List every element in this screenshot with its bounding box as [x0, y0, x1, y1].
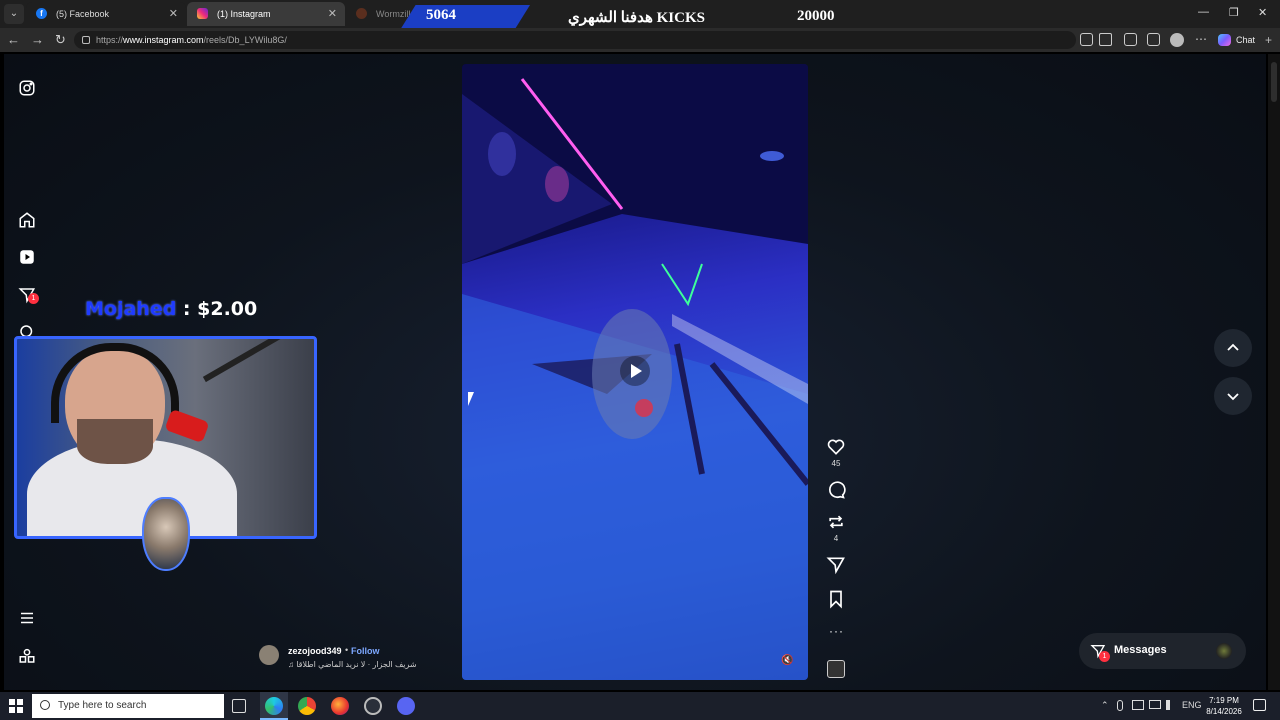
facebook-icon: f [36, 8, 47, 19]
clock-time: 7:19 PM [1209, 696, 1239, 705]
url-field[interactable]: https://www.instagram.com/reels/Db_LYWil… [74, 31, 1076, 49]
firefox-icon[interactable] [331, 697, 349, 715]
like-icon[interactable] [826, 437, 846, 457]
menu-icon[interactable] [18, 609, 36, 627]
tab-instagram[interactable]: (1) Instagram ✕ [187, 2, 345, 26]
streamer-logo-avatar [142, 497, 190, 571]
scrollbar-thumb[interactable] [1271, 62, 1277, 102]
display-icon[interactable] [1132, 700, 1144, 710]
home-icon[interactable] [18, 211, 36, 229]
close-window-button[interactable]: ✕ [1258, 6, 1267, 19]
network-icon[interactable] [1149, 700, 1161, 709]
app-icon[interactable] [364, 697, 382, 715]
task-view-icon[interactable] [232, 699, 246, 713]
windows-taskbar: Type here to search ⌃ ENG 7:19 PM 8/14/2… [0, 692, 1280, 720]
favorite-star-icon[interactable] [1099, 33, 1112, 46]
profile-avatar[interactable] [1170, 33, 1184, 47]
split-screen-icon[interactable] [1080, 33, 1093, 46]
wormzilla-icon [356, 8, 367, 19]
donation-alert: Mojahed : $2.00 [85, 298, 257, 320]
comment-icon[interactable] [826, 480, 846, 500]
previous-reel-button[interactable] [1214, 329, 1252, 367]
tab-instagram-label: (1) Instagram [217, 9, 271, 19]
repost-icon[interactable] [826, 512, 846, 532]
favorites-icon[interactable] [1147, 33, 1160, 46]
volume-icon[interactable] [1166, 700, 1174, 710]
follow-button[interactable]: Follow [351, 646, 380, 656]
tab-actions-menu-button[interactable]: ⌄ [4, 4, 24, 24]
instagram-logo-icon[interactable] [18, 79, 36, 97]
microphone [164, 408, 210, 444]
author-username[interactable]: zezojood349 [288, 646, 342, 656]
messages-contact-avatar [1216, 643, 1232, 659]
more-options-icon[interactable]: ··· [829, 624, 844, 638]
sidebar-add-icon[interactable]: + [1265, 33, 1272, 47]
taskbar-search[interactable]: Type here to search [32, 694, 224, 718]
url-prefix: https:// [96, 35, 124, 45]
taskbar-search-placeholder: Type here to search [58, 700, 147, 711]
mouse-cursor [468, 392, 474, 406]
copilot-chat-button[interactable]: Chat [1218, 32, 1255, 48]
search-icon [40, 700, 50, 710]
stream-goal-target: 20000 [797, 8, 835, 24]
close-tab-icon[interactable]: ✕ [169, 2, 178, 26]
messages-pill[interactable]: 1 Messages [1079, 633, 1246, 669]
stream-banner [400, 5, 530, 30]
tab-bar: ⌄ f (5) Facebook ✕ (1) Instagram ✕ Wormz… [0, 0, 1280, 43]
donation-amount: : $2.00 [176, 298, 258, 320]
tray-overflow-icon[interactable]: ⌃ [1101, 700, 1109, 711]
also-from-meta-icon[interactable] [18, 647, 36, 665]
start-button[interactable] [9, 699, 23, 713]
streamer-beard [77, 419, 153, 464]
lock-icon [82, 36, 90, 44]
messages-label: Messages [1114, 644, 1167, 656]
donor-name: Mojahed [85, 298, 177, 320]
messages-badge: 1 [1099, 651, 1110, 662]
url-path: /reels/Db_LYWilu8G/ [203, 35, 287, 45]
url-host: www.instagram.com [123, 35, 204, 45]
reload-button[interactable]: ↻ [55, 32, 66, 48]
headphones [51, 343, 179, 423]
system-clock[interactable]: 7:19 PM 8/14/2026 [1204, 695, 1244, 717]
mute-icon[interactable]: 🔇 [781, 655, 793, 666]
tab-facebook-label: (5) Facebook [56, 9, 110, 19]
notifications-badge: 1 [28, 293, 39, 304]
edge-icon[interactable] [265, 697, 283, 715]
stream-kicks-count: 5064 [426, 7, 456, 23]
next-reel-button[interactable] [1214, 377, 1252, 415]
back-button[interactable]: ← [7, 32, 20, 48]
reels-icon[interactable] [18, 248, 36, 266]
microphone-icon[interactable] [1117, 700, 1123, 711]
notification-center-icon[interactable] [1253, 699, 1266, 711]
page-scrollbar[interactable] [1268, 54, 1280, 690]
close-tab-icon[interactable]: ✕ [328, 2, 337, 26]
minimize-button[interactable]: — [1198, 6, 1209, 18]
author-avatar[interactable] [259, 645, 279, 665]
play-button[interactable] [620, 356, 650, 386]
extensions-icon[interactable] [1124, 33, 1137, 46]
reel-audio-label[interactable]: ♫ شريف الجزار · لا نريد الماضي اطلاقا [288, 660, 417, 669]
forward-button[interactable]: → [31, 32, 44, 48]
like-count: 45 [831, 459, 841, 468]
original-audio-thumbnail[interactable] [827, 660, 845, 678]
mic-arm [202, 339, 302, 383]
instagram-icon [197, 8, 208, 19]
clock-date: 8/14/2026 [1206, 707, 1242, 716]
language-indicator[interactable]: ENG [1182, 700, 1202, 710]
chrome-icon[interactable] [298, 697, 316, 715]
repost-count: 4 [833, 534, 839, 543]
discord-icon[interactable] [397, 697, 415, 715]
restore-button[interactable]: ❐ [1229, 6, 1239, 19]
save-icon[interactable] [826, 589, 846, 609]
tab-facebook[interactable]: f (5) Facebook ✕ [26, 2, 186, 26]
separator-dot: • [345, 645, 349, 655]
browser-menu-icon[interactable]: ⋯ [1195, 32, 1208, 46]
stream-goal-text: هدفنا الشهري KICKS [568, 10, 705, 26]
share-icon[interactable] [826, 555, 846, 575]
